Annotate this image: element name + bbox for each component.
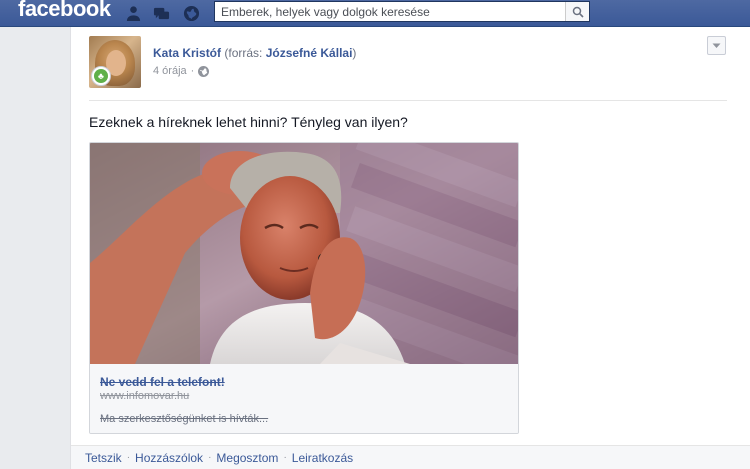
search-input[interactable] xyxy=(215,2,565,21)
story-options-button[interactable] xyxy=(707,36,726,55)
action-separator: · xyxy=(126,452,131,463)
header-divider xyxy=(89,100,727,101)
app-badge: ♣ xyxy=(91,66,111,86)
search-icon xyxy=(572,6,584,18)
messages-icon[interactable] xyxy=(152,4,170,22)
via-prefix: (forrás: xyxy=(224,46,266,60)
globe-icon[interactable] xyxy=(198,65,210,77)
notifications-icon[interactable] xyxy=(182,4,200,22)
story-meta: 4 órája · xyxy=(153,65,210,77)
link-attachment[interactable]: Ne vedd fel a telefont! www.infomovar.hu… xyxy=(89,142,519,434)
news-feed-story: ♣ Kata Kristóf (forrás: Józsefné Kállai)… xyxy=(70,27,750,469)
comment-link[interactable]: Hozzászólok xyxy=(135,451,203,465)
share-link[interactable]: Megosztom xyxy=(216,451,278,465)
story-header: Kata Kristóf (forrás: Józsefné Kállai) xyxy=(153,45,356,61)
unfollow-link[interactable]: Leiratkozás xyxy=(292,451,353,465)
friend-requests-icon[interactable] xyxy=(124,4,142,22)
chevron-down-icon xyxy=(712,43,721,49)
link-title[interactable]: Ne vedd fel a telefont! xyxy=(100,375,225,389)
post-message: Ezeknek a híreknek lehet hinni? Tényleg … xyxy=(89,114,408,130)
search-box xyxy=(214,1,590,22)
top-bar: facebook xyxy=(0,0,750,27)
timestamp-link[interactable]: 4 órája xyxy=(153,65,187,77)
facebook-logo[interactable]: facebook xyxy=(18,0,111,22)
author-link[interactable]: Kata Kristóf xyxy=(153,46,221,60)
link-description: Ma szerkesztőségünket is hívták... xyxy=(100,413,269,425)
via-source-link[interactable]: Józsefné Kállai xyxy=(266,46,353,60)
meta-separator: · xyxy=(190,65,195,77)
left-gutter xyxy=(0,27,70,469)
link-preview-body[interactable]: Ne vedd fel a telefont! www.infomovar.hu… xyxy=(90,364,518,433)
search-button[interactable] xyxy=(565,2,589,21)
like-link[interactable]: Tetszik xyxy=(85,451,122,465)
story-actions-bar: Tetszik · Hozzászólok · Megosztom · Leir… xyxy=(71,445,750,469)
link-domain: www.infomovar.hu xyxy=(100,390,190,402)
action-separator: · xyxy=(208,452,212,463)
action-separator: · xyxy=(283,452,287,463)
leaf-icon: ♣ xyxy=(94,69,108,83)
via-suffix: ) xyxy=(352,46,357,60)
via-text: (forrás: Józsefné Kállai) xyxy=(224,46,356,60)
link-thumbnail-image[interactable] xyxy=(90,143,518,364)
